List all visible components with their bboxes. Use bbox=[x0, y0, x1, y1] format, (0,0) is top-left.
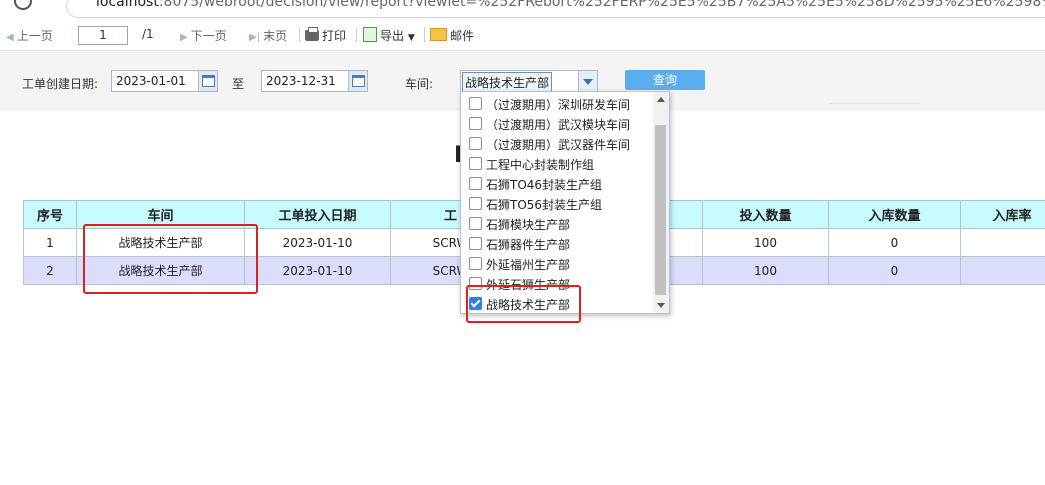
table-cell: 0 bbox=[828, 228, 961, 257]
page-number-input[interactable]: 1 bbox=[78, 26, 128, 45]
toolbar-divider bbox=[424, 28, 425, 42]
column-header: 序号 bbox=[23, 200, 77, 229]
end-date-field[interactable]: 2023-12-31 bbox=[261, 70, 368, 92]
workshop-label: 车间: bbox=[405, 77, 434, 91]
query-button[interactable]: 查询 bbox=[625, 70, 705, 90]
url-text[interactable]: localhost:8075/webroot/decision/view/rep… bbox=[96, 0, 1045, 10]
start-date-field[interactable]: 2023-01-01 bbox=[111, 70, 218, 92]
next-page-button[interactable]: ▶ 下一页 bbox=[180, 27, 227, 44]
calendar-icon[interactable] bbox=[348, 71, 367, 91]
last-page-button[interactable]: ▶| 末页 bbox=[249, 27, 287, 44]
mail-button[interactable]: 邮件 bbox=[430, 27, 474, 44]
checkbox-icon[interactable] bbox=[469, 137, 482, 150]
triangle-left-icon: ◀ bbox=[6, 32, 14, 43]
table-cell: 2 bbox=[23, 256, 77, 285]
print-button[interactable]: 打印 bbox=[305, 27, 346, 44]
dropdown-option[interactable]: 外延福州生产部 bbox=[461, 253, 651, 273]
triangle-right-icon: ▶ bbox=[180, 32, 188, 43]
column-header: 入库数量 bbox=[828, 200, 961, 229]
table-cell: 100 bbox=[702, 256, 829, 285]
browser-address-bar: localhost:8075/webroot/decision/view/rep… bbox=[0, 0, 1045, 21]
workshop-dropdown-list[interactable]: （过渡期用）深圳研发车间 （过渡期用）武汉模块车间 （过渡期用）武汉器件车间 工… bbox=[460, 91, 670, 314]
last-page-icon: ▶| bbox=[249, 32, 261, 43]
dropdown-option[interactable]: （过渡期用）武汉器件车间 bbox=[461, 133, 651, 153]
checkbox-icon[interactable] bbox=[469, 237, 482, 250]
workshop-select[interactable]: 战略技术生产部 bbox=[460, 70, 598, 93]
table-cell bbox=[960, 228, 1045, 257]
decorative-line bbox=[830, 103, 920, 114]
table-cell bbox=[960, 256, 1045, 285]
to-label: 至 bbox=[232, 77, 245, 91]
created-date-label: 工单创建日期: bbox=[22, 77, 99, 91]
table-cell: 0 bbox=[828, 256, 961, 285]
workshop-selected-value: 战略技术生产部 bbox=[462, 72, 553, 93]
dropdown-scrollbar[interactable] bbox=[653, 92, 669, 313]
scrollbar-thumb[interactable] bbox=[655, 125, 666, 295]
reload-icon[interactable] bbox=[14, 0, 32, 10]
export-button[interactable]: 导出 ▼ bbox=[363, 27, 415, 44]
checkbox-icon[interactable] bbox=[469, 177, 482, 190]
checkbox-icon[interactable] bbox=[469, 157, 482, 170]
caret-down-icon: ▼ bbox=[407, 33, 415, 43]
table-cell: 2023-01-10 bbox=[244, 228, 391, 257]
checkbox-icon[interactable] bbox=[469, 217, 482, 230]
printer-icon bbox=[305, 27, 319, 41]
table-cell: 2023-01-10 bbox=[244, 256, 391, 285]
dropdown-option[interactable]: 石狮器件生产部 bbox=[461, 233, 651, 253]
prev-page-button[interactable]: ◀ 上一页 bbox=[6, 27, 53, 44]
column-header: 投入数量 bbox=[702, 200, 829, 229]
dropdown-option[interactable]: （过渡期用）深圳研发车间 bbox=[461, 93, 651, 113]
checkbox-icon[interactable] bbox=[469, 97, 482, 110]
scroll-up-icon[interactable] bbox=[653, 92, 669, 107]
toolbar-divider bbox=[356, 28, 357, 42]
dropdown-option[interactable]: 石狮TO46封装生产组 bbox=[461, 173, 651, 193]
dropdown-option[interactable]: 石狮模块生产部 bbox=[461, 213, 651, 233]
column-header: 入库率 bbox=[960, 200, 1045, 229]
column-header: 工单投入日期 bbox=[244, 200, 391, 229]
table-cell: 100 bbox=[702, 228, 829, 257]
dropdown-option[interactable]: 工程中心封装制作组 bbox=[461, 153, 651, 173]
scroll-down-icon[interactable] bbox=[653, 298, 669, 313]
annotation-highlight-box bbox=[466, 285, 581, 323]
calendar-icon[interactable] bbox=[198, 71, 217, 91]
toolbar-divider bbox=[299, 28, 300, 42]
export-icon bbox=[363, 27, 377, 42]
checkbox-icon[interactable] bbox=[469, 257, 482, 270]
page-total: /1 bbox=[142, 27, 154, 41]
dropdown-option[interactable]: （过渡期用）武汉模块车间 bbox=[461, 113, 651, 133]
dropdown-option[interactable]: 石狮TO56封装生产组 bbox=[461, 193, 651, 213]
annotation-highlight-box bbox=[83, 224, 258, 294]
checkbox-icon[interactable] bbox=[469, 197, 482, 210]
table-cell: 1 bbox=[23, 228, 77, 257]
report-toolbar: ◀ 上一页 1 /1 ▶ 下一页 ▶| 末页 打印 导出 ▼ 邮件 bbox=[0, 20, 1045, 51]
chevron-down-icon[interactable] bbox=[578, 71, 597, 91]
mail-icon bbox=[430, 28, 447, 41]
checkbox-icon[interactable] bbox=[469, 117, 482, 130]
